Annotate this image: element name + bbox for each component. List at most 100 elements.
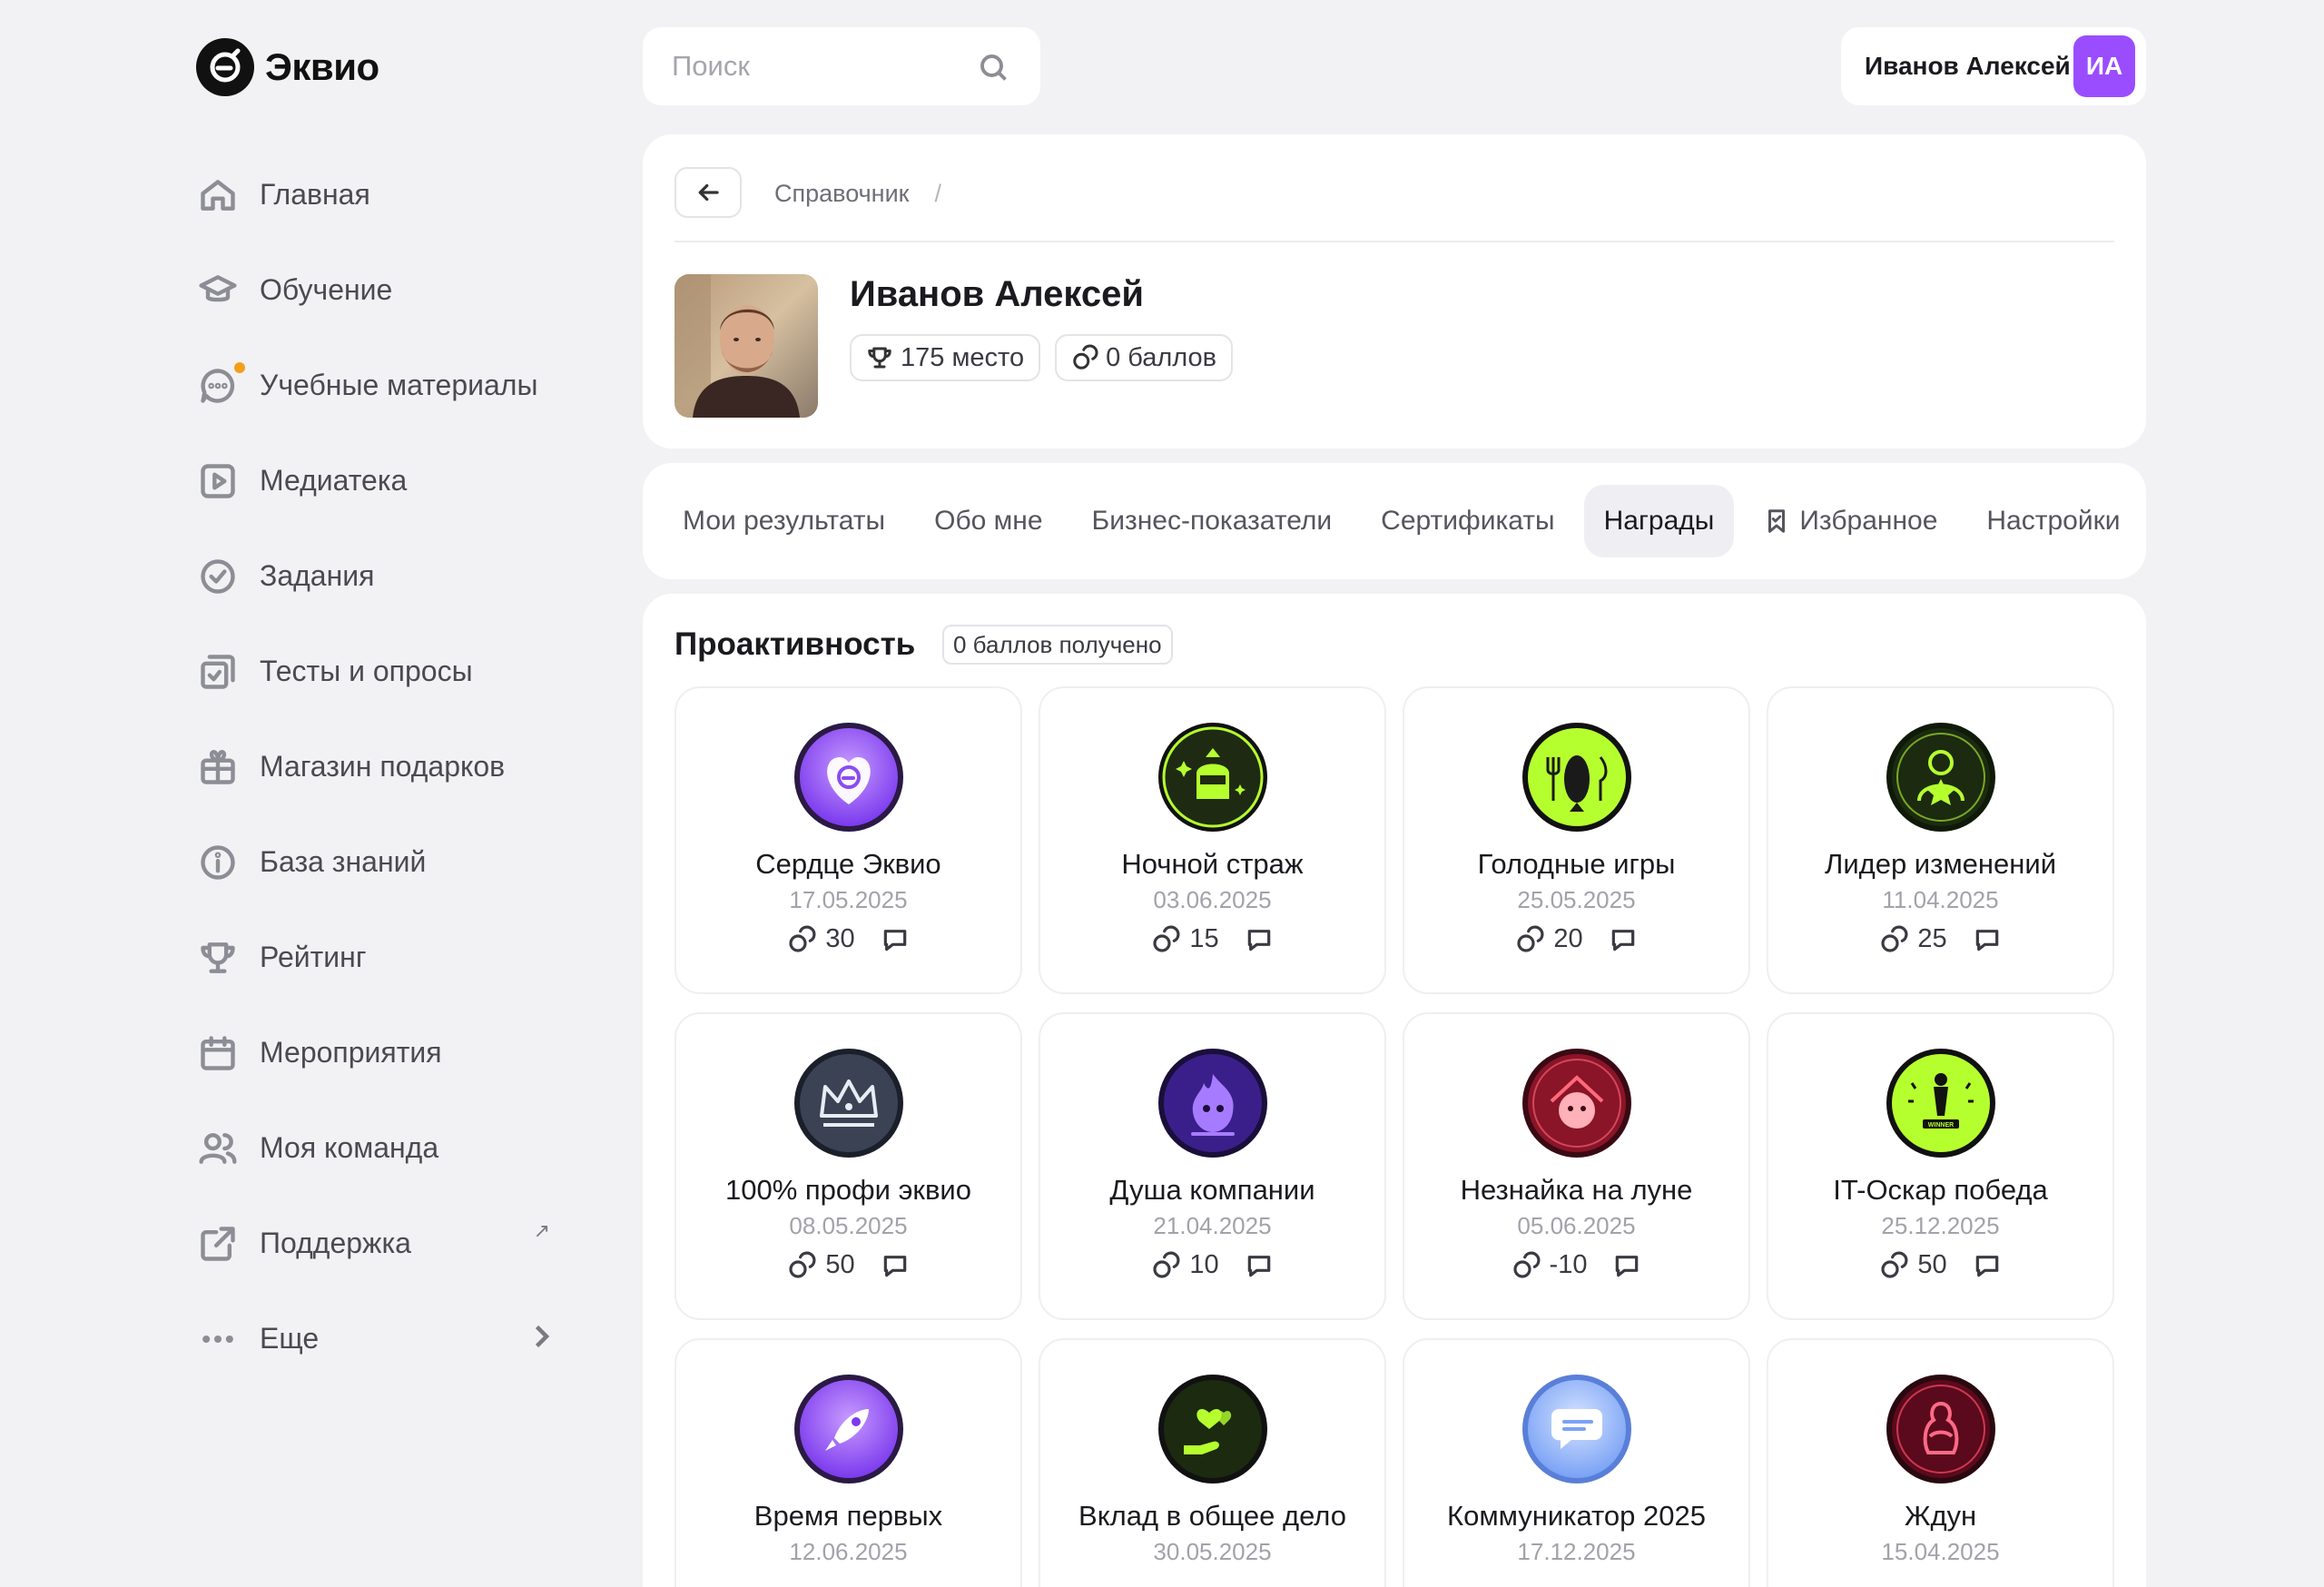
- search-icon[interactable]: [977, 51, 1009, 88]
- comment-icon[interactable]: [1245, 925, 1274, 954]
- users-icon: [196, 1127, 240, 1170]
- profile-photo: [675, 274, 818, 418]
- award-title: Вклад в общее дело: [1078, 1500, 1346, 1532]
- award-title: 100% профи эквио: [724, 1174, 971, 1206]
- award-points: 10: [1189, 1250, 1219, 1279]
- award-date: 08.05.2025: [789, 1212, 908, 1239]
- tab-my-results[interactable]: Мои результаты: [663, 485, 905, 557]
- award-title: Душа компании: [1109, 1174, 1315, 1206]
- award-medal-icon: [793, 723, 903, 832]
- breadcrumb-item[interactable]: Справочник: [774, 180, 910, 208]
- sidebar-item-home[interactable]: Главная: [196, 147, 577, 242]
- profile-tabs: Мои результаты Обо мне Бизнес-показатели…: [643, 463, 2146, 579]
- award-date: 25.05.2025: [1517, 886, 1636, 913]
- avatar[interactable]: ИА: [2073, 35, 2135, 97]
- comment-icon[interactable]: [1612, 1251, 1641, 1280]
- rank-chip: 175 место: [850, 334, 1041, 381]
- award-meta: 20: [1404, 924, 1748, 954]
- check-circle-icon: [196, 555, 240, 598]
- award-points: 50: [1917, 1250, 1947, 1279]
- calendar-icon: [196, 1031, 240, 1075]
- award-date: 11.04.2025: [1882, 886, 1999, 913]
- play-icon: [196, 459, 240, 503]
- app-logo[interactable]: Эквио: [196, 38, 379, 96]
- comment-icon[interactable]: [1245, 1251, 1274, 1280]
- award-card[interactable]: Голодные игры 25.05.2025 20: [1403, 686, 1750, 994]
- award-medal-icon: [1157, 1049, 1267, 1158]
- award-card[interactable]: Незнайка на луне 05.06.2025 -10: [1403, 1012, 1750, 1320]
- tab-favorites[interactable]: Избранное: [1743, 485, 1957, 557]
- award-meta: 15: [1040, 924, 1384, 954]
- award-medal-icon: WINNER: [1886, 1049, 1995, 1158]
- award-card[interactable]: 100% профи эквио 08.05.2025 50: [675, 1012, 1022, 1320]
- tab-awards[interactable]: Награды: [1583, 485, 1735, 557]
- rank-value: 175 место: [901, 342, 1025, 372]
- home-icon: [196, 173, 240, 217]
- award-card[interactable]: Время первых 12.06.2025: [675, 1338, 1022, 1587]
- award-medal-icon: [1521, 1375, 1631, 1484]
- sidebar-item-tests[interactable]: Тесты и опросы: [196, 624, 577, 719]
- award-card[interactable]: WINNER IT-Оскар победа 25.12.2025 50: [1767, 1012, 2114, 1320]
- tab-certificates[interactable]: Сертификаты: [1361, 485, 1574, 557]
- comment-icon[interactable]: [881, 1251, 910, 1280]
- award-card[interactable]: Ждун 15.04.2025: [1767, 1338, 2114, 1587]
- award-medal-icon: [1157, 723, 1267, 832]
- sidebar-item-rating[interactable]: Рейтинг: [196, 910, 577, 1005]
- coins-icon: [1153, 925, 1180, 952]
- tab-label: Сертификаты: [1381, 506, 1555, 536]
- comment-icon[interactable]: [1609, 925, 1638, 954]
- sidebar-item-gift-shop[interactable]: Магазин подарков: [196, 719, 577, 814]
- trophy-icon: [196, 936, 240, 980]
- sidebar-item-materials[interactable]: Учебные материалы: [196, 338, 577, 433]
- notification-dot: [234, 361, 245, 373]
- svg-text:WINNER: WINNER: [1927, 1122, 1953, 1129]
- sidebar-item-support[interactable]: Поддержка ↗: [196, 1196, 577, 1291]
- award-card[interactable]: Ночной страж 03.06.2025 15: [1039, 686, 1386, 994]
- sidebar-item-learning[interactable]: Обучение: [196, 242, 577, 338]
- comment-icon[interactable]: [1973, 1251, 2002, 1280]
- search-input[interactable]: [672, 50, 980, 83]
- sidebar-item-label: Еще: [260, 1322, 320, 1355]
- user-menu[interactable]: Иванов Алексей ИА: [1841, 27, 2146, 105]
- profile-card: Справочник / Иванов Алексей 175 место 0 …: [643, 134, 2146, 448]
- award-date: 15.04.2025: [1881, 1538, 2000, 1565]
- sidebar-item-more[interactable]: Еще: [196, 1291, 577, 1386]
- tab-label: Бизнес-показатели: [1091, 506, 1333, 536]
- sidebar-item-knowledge-base[interactable]: База знаний: [196, 814, 577, 910]
- award-title: Время первых: [753, 1500, 943, 1532]
- award-card[interactable]: Коммуникатор 2025 17.12.2025: [1403, 1338, 1750, 1587]
- tab-business-metrics[interactable]: Бизнес-показатели: [1072, 485, 1353, 557]
- award-date: 30.05.2025: [1153, 1538, 1272, 1565]
- chevron-right-icon: [525, 1320, 557, 1357]
- comment-icon[interactable]: [881, 925, 910, 954]
- award-card[interactable]: Сердце Эквио 17.05.2025 30: [675, 686, 1022, 994]
- sidebar-item-media[interactable]: Медиатека: [196, 433, 577, 528]
- sidebar-item-team[interactable]: Моя команда: [196, 1100, 577, 1196]
- info-icon: [196, 841, 240, 884]
- award-meta: 50: [676, 1250, 1020, 1280]
- award-title: IT-Оскар победа: [1833, 1174, 2048, 1206]
- award-meta: -10: [1404, 1250, 1748, 1280]
- points-value: 0 баллов: [1106, 342, 1217, 372]
- award-date: 17.12.2025: [1517, 1538, 1636, 1565]
- arrow-up-right-icon: ↗: [533, 1219, 550, 1242]
- award-card[interactable]: Вклад в общее дело 30.05.2025: [1039, 1338, 1386, 1587]
- back-button[interactable]: [675, 167, 742, 218]
- award-date: 21.04.2025: [1153, 1212, 1272, 1239]
- award-points: 30: [825, 924, 855, 953]
- tab-about-me[interactable]: Обо мне: [914, 485, 1062, 557]
- sidebar-item-tasks[interactable]: Задания: [196, 528, 577, 624]
- sidebar-item-label: Поддержка: [260, 1227, 411, 1259]
- coins-icon: [1153, 1251, 1180, 1278]
- graduation-cap-icon: [196, 269, 240, 312]
- sidebar-item-events[interactable]: Мероприятия: [196, 1005, 577, 1100]
- external-link-icon: [196, 1222, 240, 1266]
- comment-icon[interactable]: [1973, 925, 2002, 954]
- checklist-icon: [196, 650, 240, 694]
- award-card[interactable]: Душа компании 21.04.2025 10: [1039, 1012, 1386, 1320]
- tab-settings[interactable]: Настройки: [1966, 485, 2140, 557]
- award-card[interactable]: Лидер изменений 11.04.2025 25: [1767, 686, 2114, 994]
- award-date: 05.06.2025: [1517, 1212, 1636, 1239]
- sidebar-item-label: Главная: [260, 178, 370, 211]
- arrow-left-icon: [698, 183, 719, 202]
